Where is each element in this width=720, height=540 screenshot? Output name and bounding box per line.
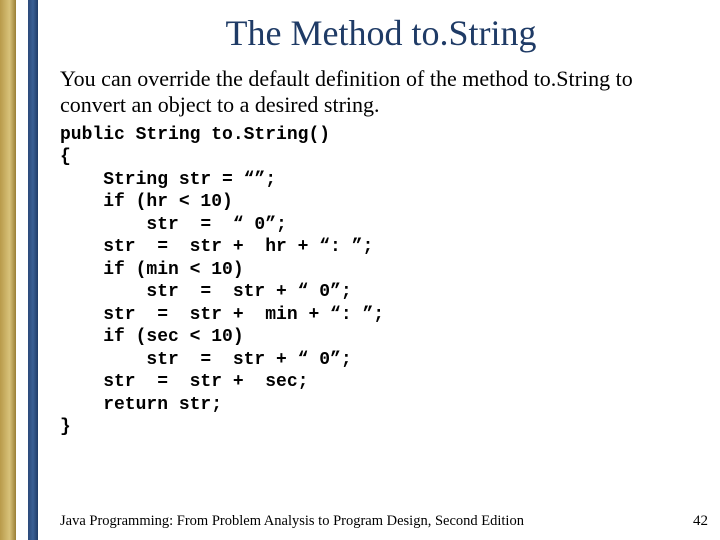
slide-description: You can override the default definition … xyxy=(60,66,702,118)
side-stripe xyxy=(0,0,38,540)
slide-title: The Method to.String xyxy=(60,12,702,54)
stripe-white xyxy=(16,0,28,540)
code-block: public String to.String() { String str =… xyxy=(60,124,702,439)
footer-text: Java Programming: From Problem Analysis … xyxy=(60,513,524,530)
page-number: 42 xyxy=(693,513,708,530)
stripe-gold xyxy=(0,0,16,540)
slide-content: The Method to.String You can override th… xyxy=(60,12,702,439)
stripe-blue xyxy=(28,0,38,540)
